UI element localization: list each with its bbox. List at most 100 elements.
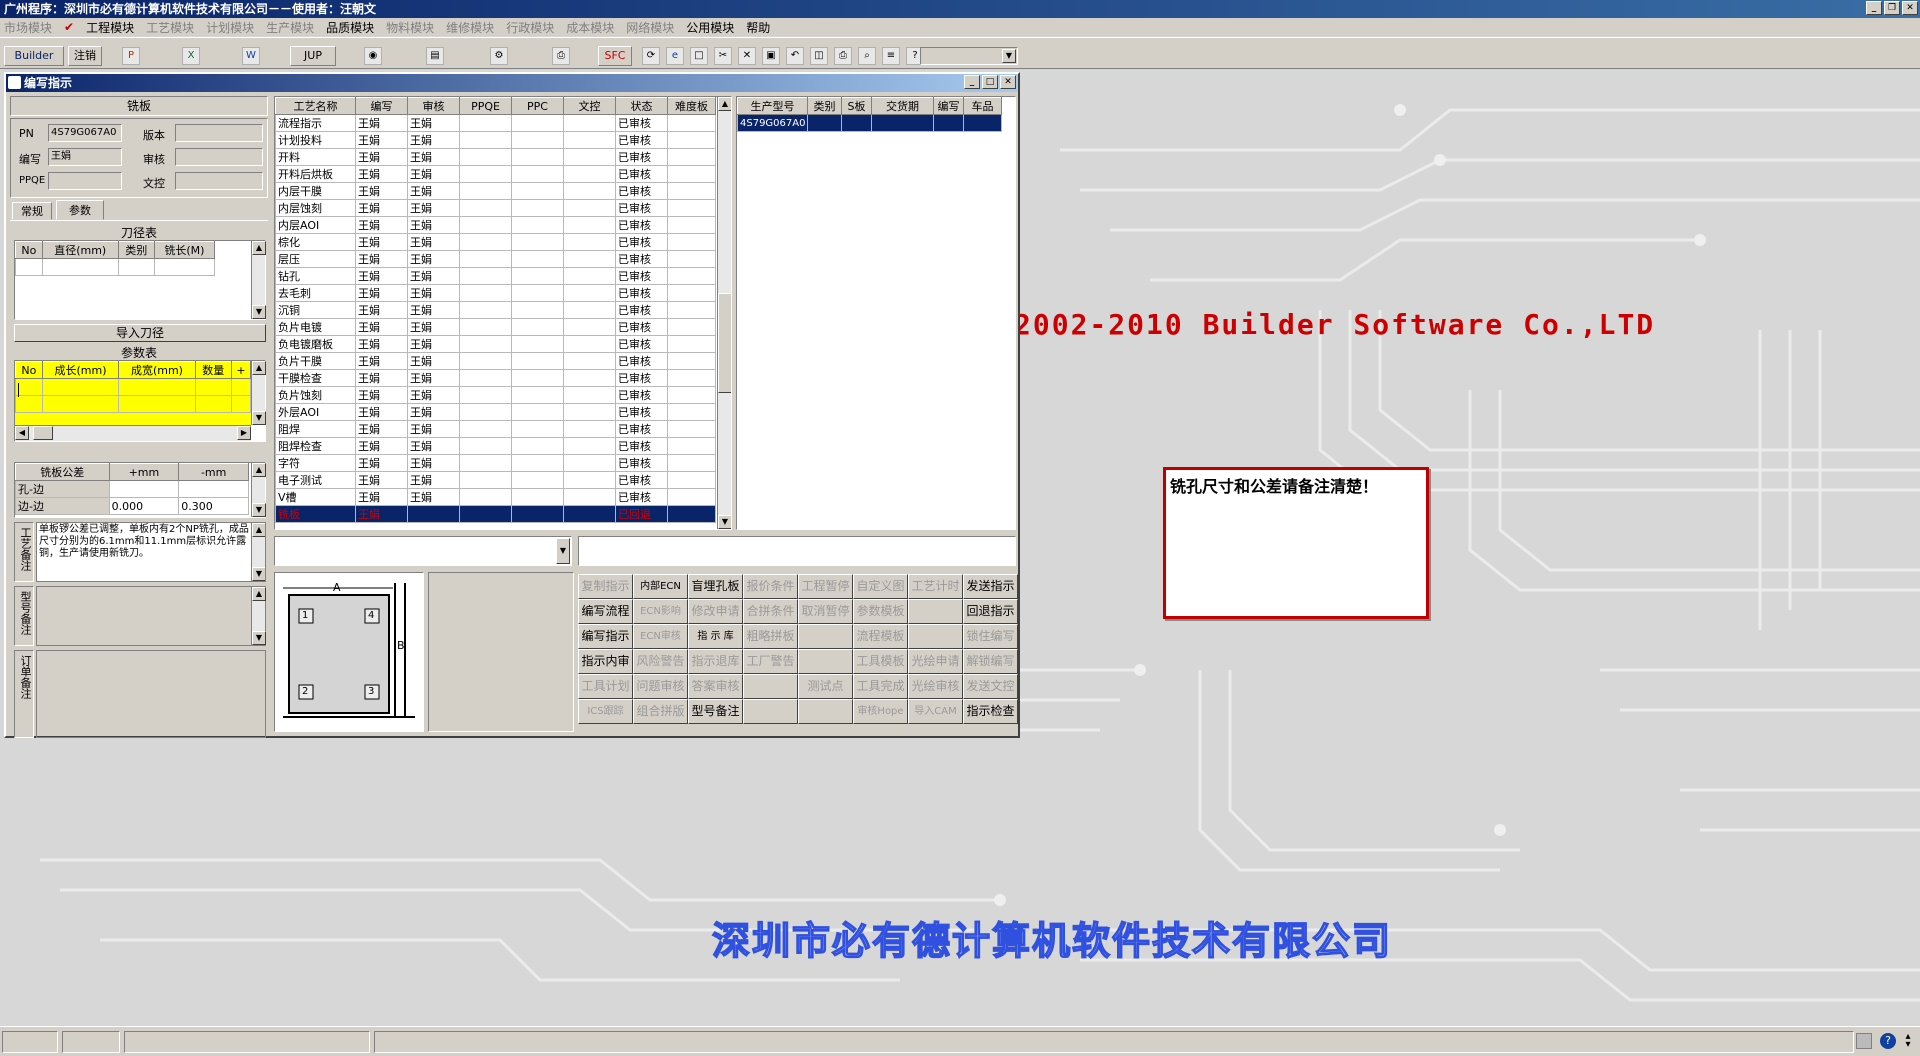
process-writer[interactable]: 王娟 bbox=[355, 301, 408, 319]
process-writer[interactable]: 王娟 bbox=[355, 114, 408, 132]
process-audit[interactable]: 王娟 bbox=[407, 114, 460, 132]
word-icon[interactable]: W bbox=[242, 47, 260, 65]
restore-icon[interactable]: ❐ bbox=[1884, 1, 1900, 15]
table-cell[interactable] bbox=[230, 395, 252, 413]
process-audit[interactable]: 王娟 bbox=[407, 284, 460, 302]
process-name[interactable]: 字符 bbox=[275, 454, 356, 472]
process-status[interactable]: 已审核 bbox=[615, 233, 668, 251]
wenkong-field[interactable] bbox=[175, 172, 263, 190]
process-writer[interactable]: 王娟 bbox=[355, 148, 408, 166]
cut-icon[interactable]: ✂ bbox=[714, 47, 732, 65]
minimize-icon[interactable]: _ bbox=[1866, 1, 1882, 15]
table-row[interactable] bbox=[15, 395, 252, 413]
process-ppc[interactable] bbox=[511, 335, 564, 353]
process-writer[interactable]: 王娟 bbox=[355, 454, 408, 472]
process-status[interactable]: 已回退 bbox=[615, 505, 668, 523]
menu-item-8[interactable]: 行政模块 bbox=[506, 19, 554, 36]
action-button-37[interactable]: 工具完成 bbox=[853, 674, 908, 699]
menu-item-9[interactable]: 成本模块 bbox=[566, 19, 614, 36]
product-model[interactable]: 4S79G067A0 bbox=[737, 114, 808, 132]
menu-item-6[interactable]: 物料模块 bbox=[386, 19, 434, 36]
action-button-4[interactable]: 工程暂停 bbox=[798, 574, 853, 599]
version-field[interactable] bbox=[175, 124, 263, 142]
action-button-12[interactable]: 取消暂停 bbox=[798, 599, 853, 624]
table-row[interactable]: 孔-边 bbox=[15, 480, 249, 498]
table-row[interactable]: 内层干膜 王娟 王娟 已审核 bbox=[275, 182, 716, 200]
tool-table-scrollbar[interactable]: ▲ ▼ bbox=[251, 241, 266, 319]
table-row[interactable] bbox=[15, 378, 252, 396]
tool-col-header[interactable]: 类别 bbox=[117, 241, 155, 259]
process-wenkong[interactable] bbox=[563, 386, 616, 404]
action-button-26[interactable]: 指示退库 bbox=[688, 649, 743, 674]
process-writer[interactable]: 王娟 bbox=[355, 335, 408, 353]
process-status[interactable]: 已审核 bbox=[615, 454, 668, 472]
process-writer[interactable]: 王娟 bbox=[355, 505, 408, 523]
table-cell[interactable] bbox=[117, 258, 155, 276]
param-col-header[interactable]: 数量 bbox=[194, 361, 232, 379]
menu-item-10[interactable]: 网络模块 bbox=[626, 19, 674, 36]
attach-icon[interactable]: ≡ bbox=[882, 47, 900, 65]
process-difficulty[interactable] bbox=[667, 148, 716, 166]
process-name[interactable]: 铣板 bbox=[275, 505, 356, 523]
process-name[interactable]: 阻焊 bbox=[275, 420, 356, 438]
scroll-arrows-icon[interactable]: ▴ ▾ bbox=[1902, 1032, 1914, 1050]
process-audit[interactable]: 王娟 bbox=[407, 318, 460, 336]
process-name[interactable]: 负片蚀刻 bbox=[275, 386, 356, 404]
process-status[interactable]: 已审核 bbox=[615, 301, 668, 319]
toolbar-combo[interactable]: ▼ bbox=[920, 47, 1018, 65]
action-button-40[interactable]: ICS跟踪 bbox=[578, 699, 633, 724]
table-cell[interactable] bbox=[194, 395, 232, 413]
process-wenkong[interactable] bbox=[563, 199, 616, 217]
process-writer[interactable]: 王娟 bbox=[355, 233, 408, 251]
process-ppqe[interactable] bbox=[459, 216, 512, 234]
menu-item-4[interactable]: 生产模块 bbox=[266, 19, 314, 36]
process-ppqe[interactable] bbox=[459, 250, 512, 268]
product-col-header[interactable]: 交货期 bbox=[871, 97, 934, 115]
action-button-1[interactable]: 内部ECN bbox=[633, 574, 688, 599]
pn-field[interactable]: 4S79G067A0 bbox=[48, 124, 122, 142]
help-icon[interactable]: ? bbox=[1880, 1033, 1896, 1049]
action-button-15[interactable]: 回退指示 bbox=[963, 599, 1018, 624]
table-row[interactable]: 沉铜 王娟 王娟 已审核 bbox=[275, 301, 716, 319]
process-ppc[interactable] bbox=[511, 471, 564, 489]
preview-icon[interactable]: ◫ bbox=[810, 47, 828, 65]
process-ppc[interactable] bbox=[511, 420, 564, 438]
close-icon[interactable]: ✕ bbox=[1000, 75, 1016, 89]
process-audit[interactable]: 王娟 bbox=[407, 403, 460, 421]
tolerance-scrollbar[interactable]: ▲ ▼ bbox=[251, 463, 266, 517]
table-row[interactable]: 开料后烘板 王娟 王娟 已审核 bbox=[275, 165, 716, 183]
action-button-18[interactable]: 指 示 库 bbox=[688, 624, 743, 649]
import-tool-button[interactable]: 导入刀径 bbox=[14, 324, 266, 342]
table-row[interactable]: 负片干膜 王娟 王娟 已审核 bbox=[275, 352, 716, 370]
process-writer[interactable]: 王娟 bbox=[355, 165, 408, 183]
process-name[interactable]: 干膜检查 bbox=[275, 369, 356, 387]
menu-item-3[interactable]: 计划模块 bbox=[206, 19, 254, 36]
process-audit[interactable]: 王娟 bbox=[407, 335, 460, 353]
process-writer[interactable]: 王娟 bbox=[355, 216, 408, 234]
scroll-right-icon[interactable]: ▶ bbox=[237, 426, 251, 440]
action-button-3[interactable]: 报价条件 bbox=[743, 574, 798, 599]
process-status[interactable]: 已审核 bbox=[615, 182, 668, 200]
action-button-14[interactable] bbox=[908, 599, 963, 624]
process-audit[interactable]: 王娟 bbox=[407, 131, 460, 149]
process-ppc[interactable] bbox=[511, 386, 564, 404]
process-difficulty[interactable] bbox=[667, 420, 716, 438]
model-note-scrollbar[interactable]: ▲ ▼ bbox=[251, 587, 266, 645]
process-difficulty[interactable] bbox=[667, 284, 716, 302]
action-button-41[interactable]: 组合拼版 bbox=[633, 699, 688, 724]
keyboard-icon[interactable] bbox=[1856, 1033, 1872, 1049]
action-button-19[interactable]: 粗略拼板 bbox=[743, 624, 798, 649]
process-status[interactable]: 已审核 bbox=[615, 318, 668, 336]
process-ppqe[interactable] bbox=[459, 233, 512, 251]
process-ppc[interactable] bbox=[511, 301, 564, 319]
process-wenkong[interactable] bbox=[563, 267, 616, 285]
powerpoint-icon[interactable]: P bbox=[122, 47, 140, 65]
process-name[interactable]: 电子测试 bbox=[275, 471, 356, 489]
process-writer[interactable]: 王娟 bbox=[355, 352, 408, 370]
process-difficulty[interactable] bbox=[667, 386, 716, 404]
process-name[interactable]: 计划投料 bbox=[275, 131, 356, 149]
table-row[interactable]: 阻焊检查 王娟 王娟 已审核 bbox=[275, 437, 716, 455]
process-wenkong[interactable] bbox=[563, 505, 616, 523]
excel-icon[interactable]: X bbox=[182, 47, 200, 65]
process-name[interactable]: 开料后烘板 bbox=[275, 165, 356, 183]
